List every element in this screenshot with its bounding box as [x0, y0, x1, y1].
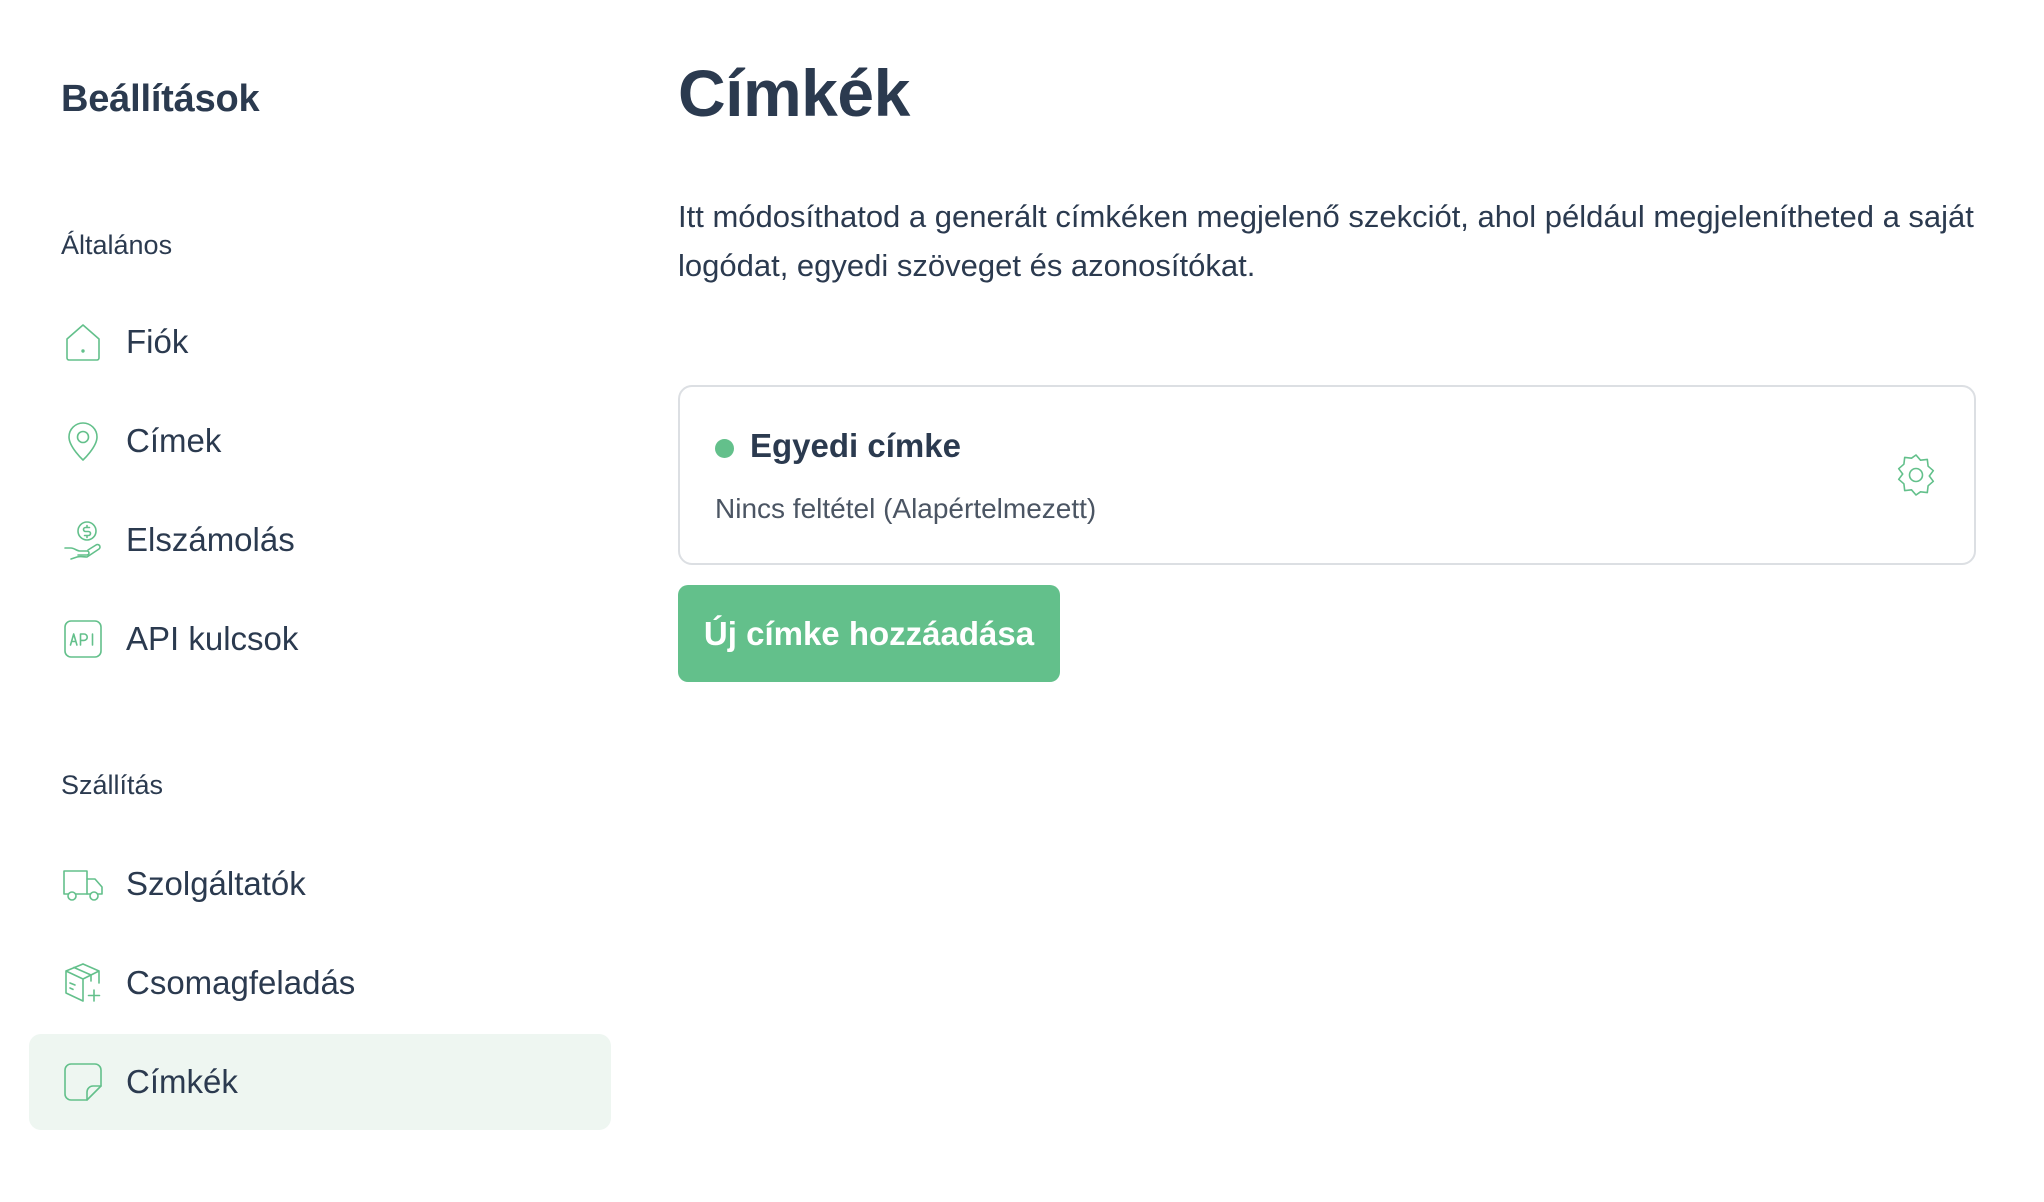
- sidebar-item-billing[interactable]: Elszámolás: [29, 492, 611, 588]
- sidebar-item-addresses[interactable]: Címek: [29, 393, 611, 489]
- settings-sidebar: Beállítások Általános Fiók Címek Elszámo…: [0, 0, 640, 1202]
- label-name: Egyedi címke: [750, 427, 961, 464]
- home-icon: [61, 320, 105, 364]
- sidebar-item-label: Elszámolás: [126, 521, 295, 558]
- sidebar-title: Beállítások: [61, 78, 260, 120]
- sidebar-item-labels[interactable]: Címkék: [29, 1034, 611, 1130]
- settings-page: Beállítások Általános Fiók Címek Elszámo…: [0, 0, 2044, 1202]
- truck-icon: [61, 862, 105, 906]
- sidebar-item-label: Szolgáltatók: [126, 865, 306, 902]
- settings-gear-icon[interactable]: [1892, 451, 1940, 499]
- sidebar-item-parcel-dispatch[interactable]: Csomagfeladás: [29, 935, 611, 1031]
- sidebar-item-account[interactable]: Fiók: [29, 294, 611, 390]
- package-plus-icon: [61, 961, 105, 1005]
- label-condition: Nincs feltétel (Alapértelmezett): [715, 493, 1097, 524]
- page-description: Itt módosíthatod a generált címkéken meg…: [678, 199, 1974, 283]
- section-label-shipping: Szállítás: [61, 770, 164, 800]
- sidebar-item-label: Címkék: [126, 1063, 238, 1100]
- hand-dollar-icon: [61, 518, 105, 562]
- sidebar-item-label: Címek: [126, 422, 222, 459]
- add-label-button[interactable]: Új címke hozzáadása: [678, 585, 1060, 682]
- section-label-general: Általános: [61, 230, 173, 260]
- sidebar-item-carriers[interactable]: Szolgáltatók: [29, 836, 611, 932]
- label-card[interactable]: Egyedi címke Nincs feltétel (Alapértelme…: [678, 385, 1976, 565]
- sidebar-item-label: API kulcsok: [126, 620, 299, 657]
- sidebar-item-label: Csomagfeladás: [126, 964, 356, 1001]
- sidebar-item-api-keys[interactable]: API kulcsok: [29, 591, 611, 687]
- sticky-note-icon: [61, 1060, 105, 1104]
- sidebar-item-label: Fiók: [126, 323, 189, 360]
- map-pin-icon: [61, 419, 105, 463]
- page-title: Címkék: [678, 56, 910, 130]
- api-icon: [61, 617, 105, 661]
- status-dot: [715, 439, 734, 458]
